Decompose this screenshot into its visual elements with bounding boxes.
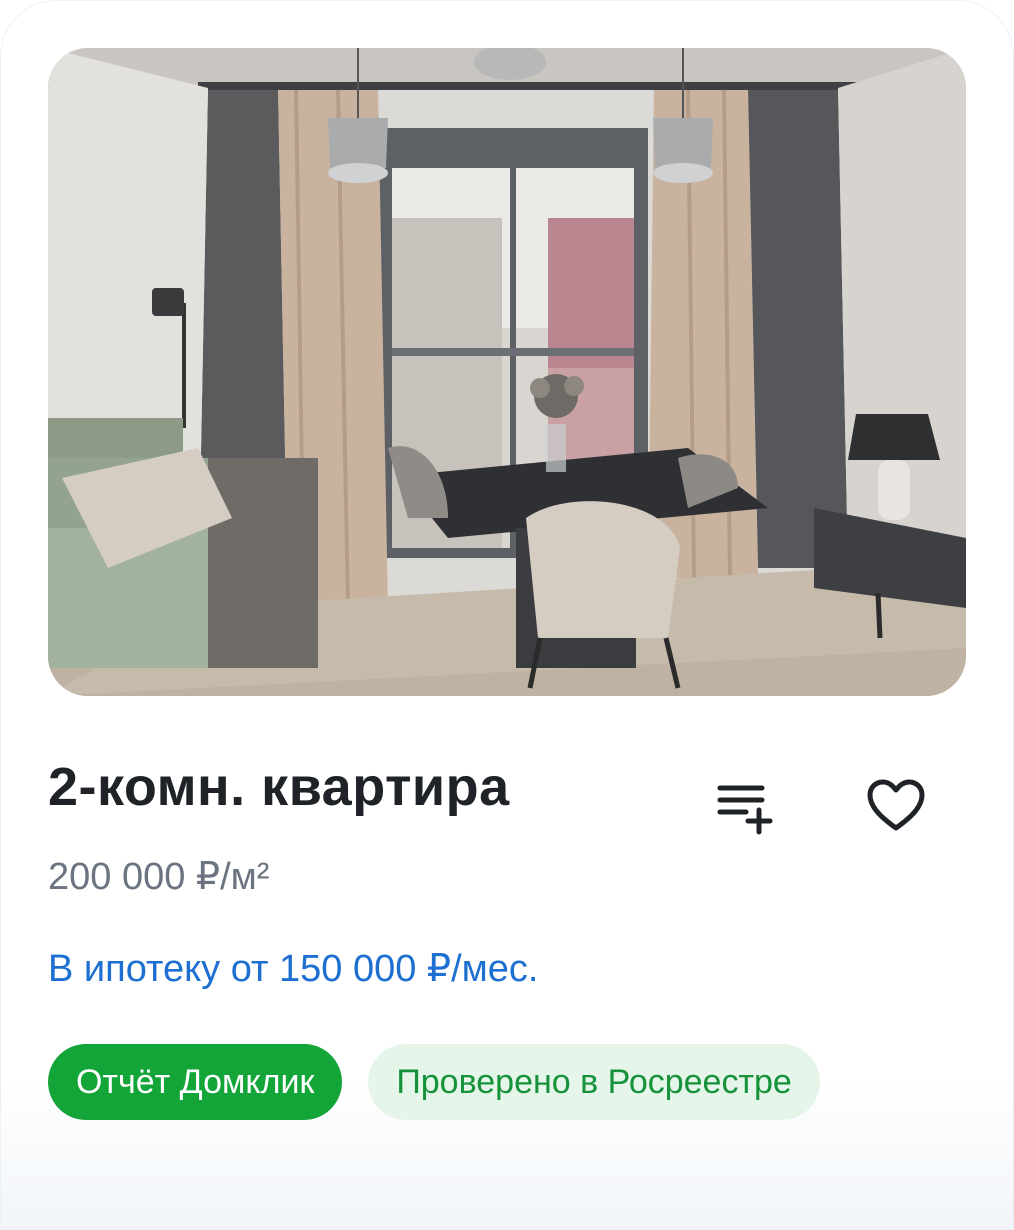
rosreestr-verified-badge[interactable]: Проверено в Росреестре [368,1044,820,1120]
add-to-list-icon [717,785,773,835]
mortgage-link[interactable]: В ипотеку от 150 000 ₽/мес. [48,946,538,991]
apartment-interior-image [48,48,966,696]
add-to-compare-button[interactable] [704,766,784,846]
heart-icon [867,779,925,831]
badges-row: Отчёт Домклик Проверено в Росреестре [48,1044,820,1120]
listing-photo[interactable] [48,48,966,696]
domclick-report-badge[interactable]: Отчёт Домклик [48,1044,343,1120]
favorite-button[interactable] [856,766,936,846]
listing-title: 2-комн. квартира [48,757,510,817]
price-per-square-meter: 200 000 ₽/м² [48,856,270,898]
listing-card[interactable]: 2-комн. квартира 200 000 ₽/м² В ипотеку … [0,0,1014,1230]
